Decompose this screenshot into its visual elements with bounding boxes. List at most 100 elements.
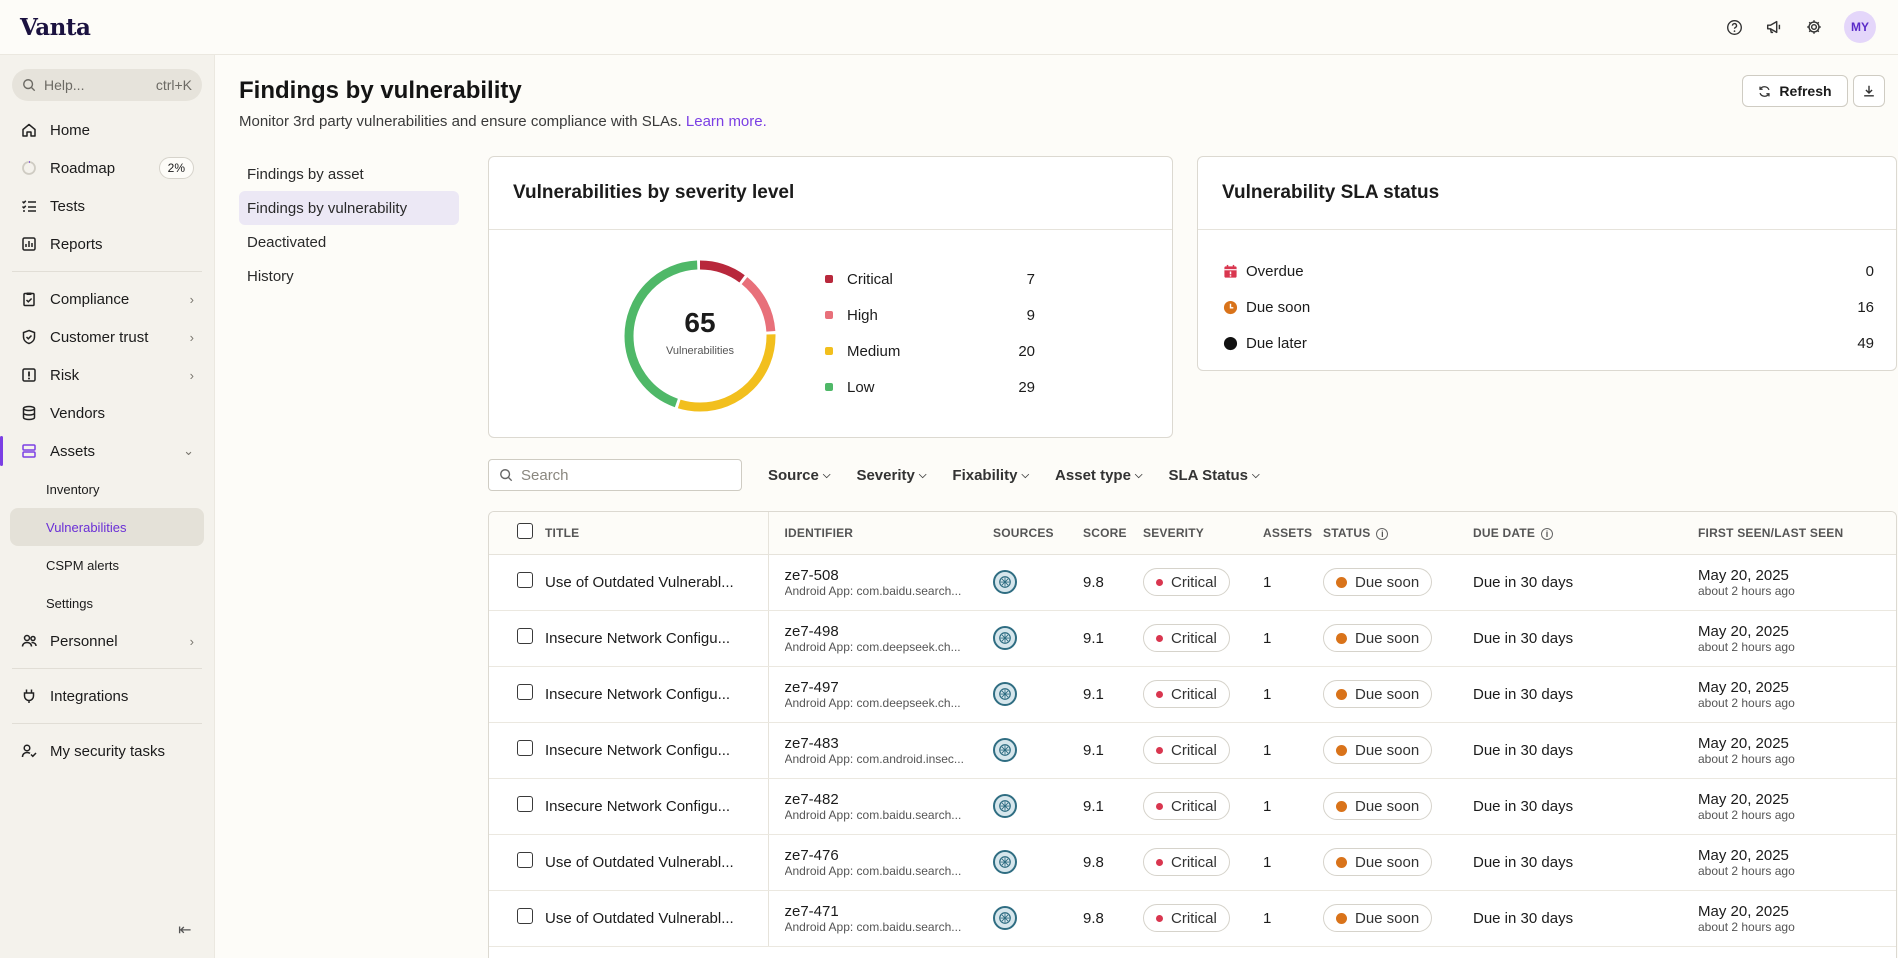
info-icon[interactable]: i	[1376, 527, 1389, 540]
plug-icon	[20, 687, 38, 705]
vuln-id: ze7-471	[784, 902, 839, 920]
sidebar-item-assets[interactable]: Assets ⌄	[0, 432, 214, 470]
circle-icon	[1222, 335, 1238, 351]
first-seen: May 20, 2025	[1698, 790, 1789, 808]
cell-sources	[993, 722, 1083, 779]
clock-icon	[1336, 688, 1347, 700]
sla-row-overdue[interactable]: Overdue 0	[1222, 253, 1874, 289]
source-scanner-icon	[993, 570, 1017, 594]
sidebar-item-home[interactable]: Home	[0, 111, 214, 149]
last-seen: about 2 hours ago	[1698, 807, 1795, 822]
row-checkbox[interactable]	[517, 684, 533, 700]
sidebar-item-roadmap[interactable]: Roadmap 2%	[0, 149, 214, 187]
vanta-logo[interactable]: Vanta	[20, 14, 91, 41]
col-severity[interactable]: Severity	[1143, 512, 1263, 555]
col-due-date[interactable]: Due date i	[1473, 512, 1698, 555]
col-assets[interactable]: Assets	[1263, 512, 1323, 555]
help-circle-icon[interactable]	[1724, 17, 1744, 37]
sidebar-item-reports[interactable]: Reports	[0, 225, 214, 263]
cell-sources	[993, 666, 1083, 723]
row-checkbox[interactable]	[517, 628, 533, 644]
cell-assets: 1	[1263, 554, 1323, 611]
search-box[interactable]	[488, 459, 742, 491]
sla-card-title: Vulnerability SLA status	[1198, 157, 1896, 230]
subnav-deactivated[interactable]: Deactivated	[239, 225, 459, 259]
subnav-findings-by-asset[interactable]: Findings by asset	[239, 157, 459, 191]
sidebar-item-compliance[interactable]: Compliance ›	[0, 280, 214, 318]
sidebar-item-integrations[interactable]: Integrations	[0, 677, 214, 715]
filter-asset-type[interactable]: Asset type ⌵	[1055, 467, 1142, 484]
filter-fixability[interactable]: Fixability ⌵	[952, 467, 1029, 484]
chevron-right-icon: ›	[189, 633, 194, 649]
sla-row-due-later[interactable]: Due later 49	[1222, 325, 1874, 361]
row-checkbox[interactable]	[517, 908, 533, 924]
sidebar-item-customer-trust[interactable]: Customer trust ›	[0, 318, 214, 356]
subnav-history[interactable]: History	[239, 259, 459, 293]
row-checkbox[interactable]	[517, 796, 533, 812]
cell-title[interactable]: Insecure Network Configu...	[543, 722, 769, 779]
sidebar-item-label: Reports	[50, 235, 103, 253]
user-avatar[interactable]: MY	[1844, 11, 1876, 43]
vuln-title: Insecure Network Configu...	[545, 629, 731, 647]
table-row[interactable]: Use of Outdated Vulnerabl... ze7-508 Andro…	[489, 554, 1896, 611]
search-input[interactable]	[521, 466, 721, 484]
col-sources[interactable]: Sources	[993, 512, 1083, 555]
select-all-checkbox[interactable]	[517, 523, 533, 540]
sidebar-item-my-security-tasks[interactable]: My security tasks	[0, 732, 214, 770]
vuln-asset: Android App: com.deepseek.ch...	[784, 695, 961, 710]
gear-icon[interactable]	[1804, 17, 1824, 37]
sidebar-item-risk[interactable]: Risk ›	[0, 356, 214, 394]
filter-sla-status[interactable]: SLA Status ⌵	[1169, 467, 1260, 484]
sidebar-subitem-inventory[interactable]: Inventory	[0, 470, 214, 508]
row-checkbox[interactable]	[517, 852, 533, 868]
cell-title[interactable]: Use of Outdated Vulnerabl...	[543, 834, 769, 891]
download-button[interactable]	[1853, 75, 1885, 107]
vuln-id: ze7-482	[784, 790, 839, 808]
cell-title[interactable]: Use of Outdated Vulnerabl...	[543, 890, 769, 947]
collapse-sidebar-icon[interactable]: ⇤	[178, 920, 191, 940]
clock-icon	[1336, 632, 1347, 644]
col-first-last-seen[interactable]: First seen/last seen	[1698, 512, 1896, 555]
megaphone-icon[interactable]	[1764, 17, 1784, 37]
clock-icon	[1222, 299, 1238, 315]
cell-severity: Critical	[1143, 778, 1263, 835]
col-identifier[interactable]: Identifier	[768, 512, 993, 555]
info-icon[interactable]: i	[1541, 527, 1554, 540]
filter-severity[interactable]: Severity ⌵	[856, 467, 926, 484]
learn-more-link[interactable]: Learn more.	[686, 113, 767, 130]
sla-row-due-soon[interactable]: Due soon 16	[1222, 289, 1874, 325]
table-row[interactable]: Insecure Network Configu... ze7-498 Androi…	[489, 610, 1896, 667]
sidebar-item-personnel[interactable]: Personnel ›	[0, 622, 214, 660]
filter-source[interactable]: Source ⌵	[768, 467, 830, 484]
table-row[interactable]: Insecure Network Configu... ze7-483 Androi…	[489, 722, 1896, 779]
filter-bar: Source⌵ Severity⌵ Fixability⌵ Asset type…	[488, 459, 1897, 491]
row-checkbox[interactable]	[517, 740, 533, 756]
refresh-icon	[1759, 85, 1771, 97]
sidebar-subitem-settings[interactable]: Settings	[0, 584, 214, 622]
table-row[interactable]: Use of Outdated Vulnerabl... ze7-471 Andro…	[489, 890, 1896, 947]
col-score[interactable]: Score	[1083, 512, 1143, 555]
first-seen: May 20, 2025	[1698, 846, 1789, 864]
table-row[interactable]: Insecure Network Configu... ze7-497 Androi…	[489, 666, 1896, 723]
cell-title[interactable]: Insecure Network Configu...	[543, 610, 769, 667]
row-checkbox[interactable]	[517, 572, 533, 588]
cell-title[interactable]: Insecure Network Configu...	[543, 666, 769, 723]
subnav-findings-by-vulnerability[interactable]: Findings by vulnerability	[239, 191, 459, 225]
sidebar-item-tests[interactable]: Tests	[0, 187, 214, 225]
sidebar-subitem-cspm-alerts[interactable]: CSPM alerts	[0, 546, 214, 584]
col-status[interactable]: Status i	[1323, 512, 1473, 555]
col-title[interactable]: Title	[543, 512, 769, 555]
chevron-down-icon: ⌵	[822, 469, 831, 481]
cell-title[interactable]: Insecure Network Configu...	[543, 778, 769, 835]
critical-dot-icon	[1156, 746, 1163, 754]
chevron-down-icon: ⌄	[183, 443, 194, 458]
cell-title[interactable]: Use of Outdated Vulnerabl...	[543, 554, 769, 611]
sidebar-subitem-vulnerabilities[interactable]: Vulnerabilities	[10, 508, 204, 546]
cell-severity: Critical	[1143, 722, 1263, 779]
table-row[interactable]: Insecure Network Configu... ze7-482 Androi…	[489, 778, 1896, 835]
help-search[interactable]: Help... ctrl+K	[12, 69, 202, 101]
sidebar-item-vendors[interactable]: Vendors	[0, 394, 214, 432]
table-row[interactable]: Use of Outdated Vulnerabl... ze7-476 Andro…	[489, 834, 1896, 891]
refresh-button[interactable]: Refresh	[1742, 75, 1848, 107]
clock-icon	[1336, 912, 1347, 924]
